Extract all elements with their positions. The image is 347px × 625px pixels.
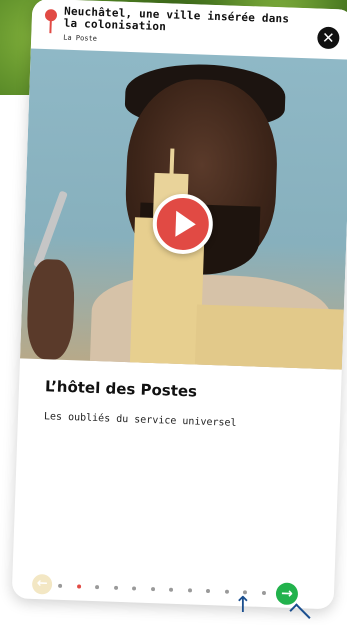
pagination-dot[interactable] — [261, 590, 267, 596]
pen-object — [33, 190, 68, 269]
model-building — [194, 304, 344, 370]
pagination-dot[interactable] — [94, 585, 100, 590]
pagination-dot[interactable] — [131, 586, 137, 591]
pagination-dot[interactable] — [205, 588, 211, 594]
pagination-dot[interactable] — [187, 588, 193, 593]
content-subtitle: Les oubliés du service universel — [43, 411, 237, 429]
arrow-right-icon: → — [280, 585, 294, 603]
pagination-dot[interactable] — [224, 589, 230, 594]
play-icon — [175, 210, 197, 238]
previous-button[interactable]: ← — [31, 573, 53, 595]
next-button[interactable]: → — [275, 582, 299, 606]
close-icon: ✕ — [321, 28, 335, 48]
video-thumbnail[interactable] — [20, 48, 347, 370]
person-hand — [26, 258, 76, 361]
pagination-dot[interactable] — [168, 587, 174, 592]
close-button[interactable]: ✕ — [316, 26, 340, 50]
pagination-dot[interactable] — [77, 584, 82, 589]
location-pin-icon — [43, 9, 58, 35]
pagination-dot[interactable] — [150, 587, 156, 592]
arrow-left-icon: ← — [36, 576, 48, 592]
content-title: L’hôtel des Postes — [44, 377, 198, 401]
pagination-dot[interactable] — [113, 585, 119, 590]
card-title: Neuchâtel, une ville insérée dans la col… — [63, 4, 290, 34]
story-card: Neuchâtel, une ville insérée dans la col… — [11, 0, 347, 610]
card-subtitle: La Poste — [63, 33, 98, 43]
pointer-arrow-icon: ↑ — [233, 593, 253, 618]
pagination-dot[interactable] — [58, 583, 63, 588]
